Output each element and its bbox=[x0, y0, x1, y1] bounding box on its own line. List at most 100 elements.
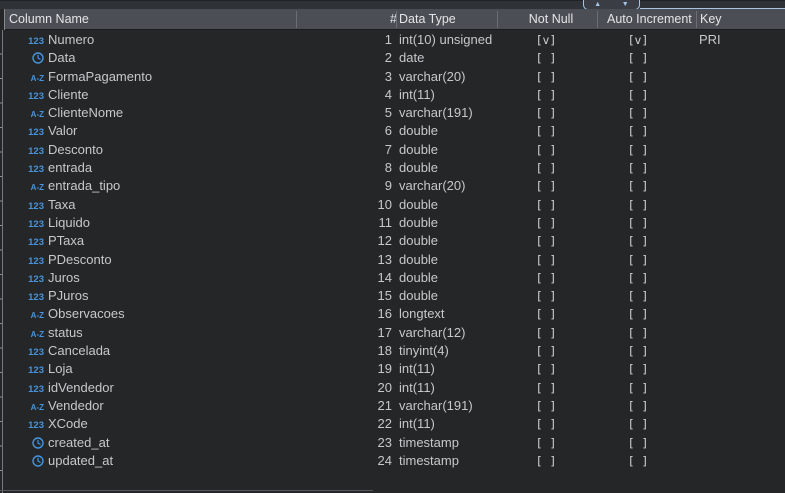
table-row[interactable]: 123 A-Z created_at 23 timestamp [ ] [ ] bbox=[0, 434, 785, 452]
auto-increment-checkbox[interactable]: [ ] bbox=[612, 122, 664, 140]
data-type-cell: varchar(191) bbox=[399, 104, 473, 122]
not-null-checkbox[interactable]: [ ] bbox=[520, 360, 572, 378]
auto-increment-checkbox[interactable]: [v] bbox=[612, 31, 664, 49]
table-row[interactable]: 123 A-Z FormaPagamento 3 varchar(20) [ ]… bbox=[0, 68, 785, 86]
auto-increment-checkbox[interactable]: [ ] bbox=[612, 269, 664, 287]
number-icon: 123 bbox=[28, 237, 44, 248]
not-null-checkbox[interactable]: [ ] bbox=[520, 397, 572, 415]
table-row[interactable]: 123 A-Z Vendedor 21 varchar(191) [ ] [ ] bbox=[0, 397, 785, 415]
header-not-null[interactable]: Not Null bbox=[520, 9, 582, 30]
auto-increment-checkbox[interactable]: [ ] bbox=[612, 86, 664, 104]
table-row[interactable]: 123 A-Z status 17 varchar(12) [ ] [ ] bbox=[0, 324, 785, 342]
table-row[interactable]: 123 A-Z entrada 8 double [ ] [ ] bbox=[0, 159, 785, 177]
number-icon: 123 bbox=[28, 420, 44, 431]
table-row[interactable]: 123 A-Z Cancelada 18 tinyint(4) [ ] [ ] bbox=[0, 342, 785, 360]
table-body: 123 A-Z Numero 1 int(10) unsigned [v] [v… bbox=[0, 31, 785, 470]
header-column-name[interactable]: Column Name bbox=[9, 9, 89, 30]
not-null-checkbox[interactable]: [ ] bbox=[520, 415, 572, 433]
auto-increment-checkbox[interactable]: [ ] bbox=[612, 104, 664, 122]
table-row[interactable]: 123 A-Z ClienteNome 5 varchar(191) [ ] [… bbox=[0, 104, 785, 122]
not-null-checkbox[interactable]: [ ] bbox=[520, 122, 572, 140]
auto-increment-checkbox[interactable]: [ ] bbox=[612, 452, 664, 470]
header-data-type[interactable]: Data Type bbox=[399, 9, 456, 30]
not-null-checkbox[interactable]: [ ] bbox=[520, 86, 572, 104]
table-row[interactable]: 123 A-Z Numero 1 int(10) unsigned [v] [v… bbox=[0, 31, 785, 49]
move-up-button[interactable]: ▲ bbox=[594, 0, 601, 9]
header-position[interactable]: # bbox=[340, 9, 397, 30]
not-null-checkbox[interactable]: [ ] bbox=[520, 251, 572, 269]
column-divider[interactable] bbox=[696, 11, 697, 28]
auto-increment-checkbox[interactable]: [ ] bbox=[612, 251, 664, 269]
auto-increment-checkbox[interactable]: [ ] bbox=[612, 214, 664, 232]
not-null-checkbox[interactable]: [ ] bbox=[520, 452, 572, 470]
column-type-icon-slot: 123 A-Z bbox=[18, 214, 44, 232]
table-row[interactable]: 123 A-Z Loja 19 int(11) [ ] [ ] bbox=[0, 360, 785, 378]
not-null-checkbox[interactable]: [ ] bbox=[520, 269, 572, 287]
auto-increment-checkbox[interactable]: [ ] bbox=[612, 397, 664, 415]
not-null-checkbox[interactable]: [ ] bbox=[520, 379, 572, 397]
auto-increment-checkbox[interactable]: [ ] bbox=[612, 159, 664, 177]
column-type-icon-slot: 123 A-Z bbox=[18, 360, 44, 378]
column-divider[interactable] bbox=[296, 11, 297, 28]
table-row[interactable]: 123 A-Z Juros 14 double [ ] [ ] bbox=[0, 269, 785, 287]
table-row[interactable]: 123 A-Z entrada_tipo 9 varchar(20) [ ] [… bbox=[0, 177, 785, 195]
table-row[interactable]: 123 A-Z idVendedor 20 int(11) [ ] [ ] bbox=[0, 379, 785, 397]
table-row[interactable]: 123 A-Z Desconto 7 double [ ] [ ] bbox=[0, 141, 785, 159]
column-type-icon-slot: 123 A-Z bbox=[18, 68, 44, 86]
auto-increment-checkbox[interactable]: [ ] bbox=[612, 287, 664, 305]
column-name-cell: Cancelada bbox=[48, 342, 110, 360]
not-null-checkbox[interactable]: [ ] bbox=[520, 49, 572, 67]
split-view-divider[interactable] bbox=[0, 30, 3, 493]
table-row[interactable]: 123 A-Z Data 2 date [ ] [ ] bbox=[0, 49, 785, 67]
table-row[interactable]: 123 A-Z Liquido 11 double [ ] [ ] bbox=[0, 214, 785, 232]
auto-increment-checkbox[interactable]: [ ] bbox=[612, 141, 664, 159]
auto-increment-checkbox[interactable]: [ ] bbox=[612, 49, 664, 67]
not-null-checkbox[interactable]: [ ] bbox=[520, 232, 572, 250]
column-divider[interactable] bbox=[497, 11, 498, 28]
position-cell: 18 bbox=[335, 342, 392, 360]
table-row[interactable]: 123 A-Z XCode 22 int(11) [ ] [ ] bbox=[0, 415, 785, 433]
table-row[interactable]: 123 A-Z Valor 6 double [ ] [ ] bbox=[0, 122, 785, 140]
auto-increment-checkbox[interactable]: [ ] bbox=[612, 360, 664, 378]
auto-increment-checkbox[interactable]: [ ] bbox=[612, 415, 664, 433]
auto-increment-checkbox[interactable]: [ ] bbox=[612, 379, 664, 397]
column-type-icon-slot: 123 A-Z bbox=[18, 305, 44, 323]
data-type-cell: int(11) bbox=[399, 360, 435, 378]
table-row[interactable]: 123 A-Z Taxa 10 double [ ] [ ] bbox=[0, 196, 785, 214]
not-null-checkbox[interactable]: [ ] bbox=[520, 177, 572, 195]
not-null-checkbox[interactable]: [v] bbox=[520, 31, 572, 49]
not-null-checkbox[interactable]: [ ] bbox=[520, 104, 572, 122]
auto-increment-checkbox[interactable]: [ ] bbox=[612, 324, 664, 342]
auto-increment-checkbox[interactable]: [ ] bbox=[612, 305, 664, 323]
auto-increment-checkbox[interactable]: [ ] bbox=[612, 342, 664, 360]
table-row[interactable]: 123 A-Z PJuros 15 double [ ] [ ] bbox=[0, 287, 785, 305]
not-null-checkbox[interactable]: [ ] bbox=[520, 159, 572, 177]
move-down-button[interactable]: ▼ bbox=[622, 0, 629, 9]
table-row[interactable]: 123 A-Z PTaxa 12 double [ ] [ ] bbox=[0, 232, 785, 250]
header-key[interactable]: Key bbox=[700, 9, 722, 30]
column-name-cell: Liquido bbox=[48, 214, 90, 232]
position-cell: 15 bbox=[335, 287, 392, 305]
not-null-checkbox[interactable]: [ ] bbox=[520, 196, 572, 214]
not-null-checkbox[interactable]: [ ] bbox=[520, 342, 572, 360]
column-divider[interactable] bbox=[396, 11, 397, 28]
table-row[interactable]: 123 A-Z PDesconto 13 double [ ] [ ] bbox=[0, 251, 785, 269]
auto-increment-checkbox[interactable]: [ ] bbox=[612, 177, 664, 195]
table-row[interactable]: 123 A-Z Observacoes 16 longtext [ ] [ ] bbox=[0, 305, 785, 323]
not-null-checkbox[interactable]: [ ] bbox=[520, 287, 572, 305]
auto-increment-checkbox[interactable]: [ ] bbox=[612, 232, 664, 250]
not-null-checkbox[interactable]: [ ] bbox=[520, 141, 572, 159]
text-icon: A-Z bbox=[31, 330, 44, 339]
auto-increment-checkbox[interactable]: [ ] bbox=[612, 434, 664, 452]
not-null-checkbox[interactable]: [ ] bbox=[520, 214, 572, 232]
table-row[interactable]: 123 A-Z Cliente 4 int(11) [ ] [ ] bbox=[0, 86, 785, 104]
not-null-checkbox[interactable]: [ ] bbox=[520, 434, 572, 452]
not-null-checkbox[interactable]: [ ] bbox=[520, 68, 572, 86]
auto-increment-checkbox[interactable]: [ ] bbox=[612, 68, 664, 86]
header-auto-increment[interactable]: Auto Increment bbox=[607, 9, 692, 30]
not-null-checkbox[interactable]: [ ] bbox=[520, 324, 572, 342]
table-row[interactable]: 123 A-Z updated_at 24 timestamp [ ] [ ] bbox=[0, 452, 785, 470]
not-null-checkbox[interactable]: [ ] bbox=[520, 305, 572, 323]
column-divider[interactable] bbox=[597, 11, 598, 28]
auto-increment-checkbox[interactable]: [ ] bbox=[612, 196, 664, 214]
